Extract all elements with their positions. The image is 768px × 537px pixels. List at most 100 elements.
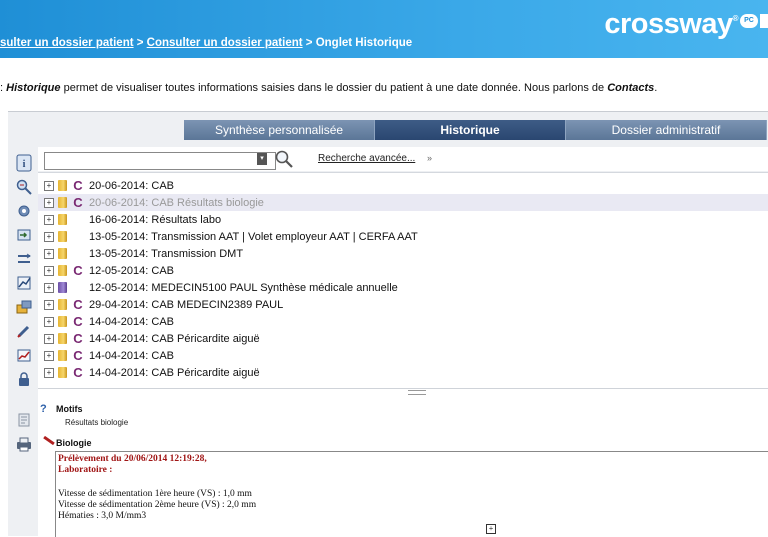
- history-row[interactable]: +13-05-2014: Transmission DMT: [38, 245, 768, 262]
- windows-icon: [760, 14, 768, 28]
- history-row-label: 14-04-2014: CAB: [89, 315, 174, 328]
- folder-icon: [58, 197, 67, 208]
- chart-icon[interactable]: [13, 272, 35, 294]
- transfer-icon[interactable]: [13, 296, 35, 318]
- contact-type-mark: C: [73, 314, 83, 329]
- motifs-title: Motifs: [56, 404, 83, 414]
- expand-icon[interactable]: +: [44, 180, 54, 191]
- breadcrumb: sulter un dossier patient > Consulter un…: [0, 37, 412, 49]
- intro-term-contacts: Contacts: [607, 82, 655, 94]
- history-row-label: 14-04-2014: CAB Péricardite aiguë: [89, 366, 260, 379]
- tab-bar: Synthèse personnalisée Historique Dossie…: [184, 120, 767, 140]
- expand-icon[interactable]: +: [44, 316, 54, 327]
- intro-term-historique: Historique: [6, 82, 61, 94]
- expand-icon[interactable]: +: [44, 265, 54, 276]
- history-row-label: 13-05-2014: Transmission AAT | Volet emp…: [89, 230, 418, 243]
- breadcrumb-link-1[interactable]: sulter un dossier patient: [0, 37, 134, 49]
- history-row[interactable]: +12-05-2014: MEDECIN5100 PAUL Synthèse m…: [38, 279, 768, 296]
- history-row-label: 20-06-2014: CAB: [89, 179, 174, 192]
- breadcrumb-link-2[interactable]: Consulter un dossier patient: [147, 37, 303, 49]
- bio-result-line: Vitesse de sédimentation 2ème heure (VS)…: [58, 500, 257, 510]
- expand-icon[interactable]: +: [44, 197, 54, 208]
- registered-mark: ®: [732, 14, 739, 23]
- folder-icon: [58, 214, 67, 225]
- folder-icon: [58, 299, 67, 310]
- edit-icon[interactable]: [13, 320, 35, 342]
- tab-historique[interactable]: Historique: [375, 120, 566, 140]
- history-row-label: 29-04-2014: CAB MEDECIN2389 PAUL: [89, 298, 284, 311]
- expand-plus-icon[interactable]: +: [486, 524, 496, 534]
- search-input[interactable]: [44, 152, 276, 170]
- biologie-results: Prélèvement du 20/06/2014 12:19:28, Labo…: [55, 451, 768, 537]
- history-row-label: 12-05-2014: CAB: [89, 264, 174, 277]
- history-row[interactable]: + C 20-06-2014: CAB Résultats biologie: [38, 194, 768, 211]
- folder-icon: [58, 350, 67, 361]
- search-bar: ▾ Recherche avancée... »: [38, 147, 768, 171]
- expand-icon[interactable]: +: [44, 299, 54, 310]
- help-person-icon: ?: [40, 403, 47, 415]
- history-row-label: 14-04-2014: CAB Péricardite aiguë: [89, 332, 260, 345]
- contact-type-mark: C: [73, 178, 83, 193]
- folder-icon: [58, 333, 67, 344]
- advanced-search-link[interactable]: Recherche avancée...: [318, 153, 415, 164]
- contact-type-mark: C: [73, 348, 83, 363]
- syringe-icon: [43, 435, 55, 446]
- folder-icon: [58, 180, 67, 191]
- left-toolbar: i: [10, 152, 38, 392]
- import-icon[interactable]: [13, 224, 35, 246]
- breadcrumb-current: > Onglet Historique: [302, 37, 413, 49]
- breadcrumb-separator-1: >: [133, 37, 147, 49]
- bio-lab-label: Laboratoire :: [58, 465, 113, 475]
- motifs-value: Résultats biologie: [65, 418, 129, 427]
- print-preview-icon[interactable]: [13, 409, 35, 431]
- history-row[interactable]: + C 14-04-2014: CAB: [38, 313, 768, 330]
- contact-type-mark: C: [73, 263, 83, 278]
- contact-type-mark: C: [73, 331, 83, 346]
- contact-type-mark: C: [73, 195, 83, 210]
- history-row-label: 16-06-2014: Résultats labo: [89, 213, 222, 226]
- folder-icon: [58, 265, 67, 276]
- compare-icon[interactable]: [13, 248, 35, 270]
- intro-body: permet de visualiser toutes informations…: [60, 82, 608, 94]
- contact-type-mark: C: [73, 297, 83, 312]
- zoom-icon[interactable]: [13, 176, 35, 198]
- folder-icon: [58, 316, 67, 327]
- pc-badge: PC: [740, 14, 758, 28]
- svg-text:i: i: [23, 159, 26, 170]
- graph-icon[interactable]: [13, 344, 35, 366]
- history-row[interactable]: + C 14-04-2014: CAB Péricardite aiguë: [38, 330, 768, 347]
- history-row[interactable]: +13-05-2014: Transmission AAT | Volet em…: [38, 228, 768, 245]
- tab-synthese[interactable]: Synthèse personnalisée: [184, 120, 375, 140]
- history-row-label: 13-05-2014: Transmission DMT: [89, 247, 244, 260]
- expand-icon[interactable]: +: [44, 367, 54, 378]
- bio-sample-date: Prélèvement du 20/06/2014 12:19:28,: [58, 454, 207, 464]
- history-row[interactable]: + C 29-04-2014: CAB MEDECIN2389 PAUL: [38, 296, 768, 313]
- history-row-label: 20-06-2014: CAB Résultats biologie: [89, 196, 264, 209]
- history-row[interactable]: + C 14-04-2014: CAB: [38, 347, 768, 364]
- contact-type-mark: C: [73, 365, 83, 380]
- brand-name: crossway: [604, 8, 733, 40]
- info-icon[interactable]: i: [13, 152, 35, 174]
- printer-icon[interactable]: [13, 433, 35, 455]
- history-row[interactable]: +16-06-2014: Résultats labo: [38, 211, 768, 228]
- biologie-title: Biologie: [56, 438, 92, 448]
- history-row[interactable]: + C 14-04-2014: CAB Péricardite aiguë: [38, 364, 768, 381]
- search-icon[interactable]: [274, 150, 294, 168]
- lock-icon[interactable]: [13, 368, 35, 390]
- crossway-logo: crossway®: [604, 8, 738, 41]
- history-row[interactable]: + C 12-05-2014: CAB: [38, 262, 768, 279]
- settings-gear-icon[interactable]: [13, 200, 35, 222]
- expand-icon[interactable]: +: [44, 214, 54, 225]
- history-row-label: 12-05-2014: MEDECIN5100 PAUL Synthèse mé…: [89, 281, 398, 294]
- expand-icon[interactable]: +: [44, 282, 54, 293]
- expand-icon[interactable]: +: [44, 350, 54, 361]
- expand-icon[interactable]: +: [44, 231, 54, 242]
- search-dropdown-button[interactable]: ▾: [257, 153, 267, 165]
- chevron-down-icon[interactable]: »: [427, 153, 432, 163]
- tab-dossier-administratif[interactable]: Dossier administratif: [566, 120, 767, 140]
- expand-icon[interactable]: +: [44, 248, 54, 259]
- folder-icon: [58, 248, 67, 259]
- expand-icon[interactable]: +: [44, 333, 54, 344]
- intro-text: : Historique permet de visualiser toutes…: [0, 82, 657, 94]
- history-row[interactable]: + C 20-06-2014: CAB: [38, 177, 768, 194]
